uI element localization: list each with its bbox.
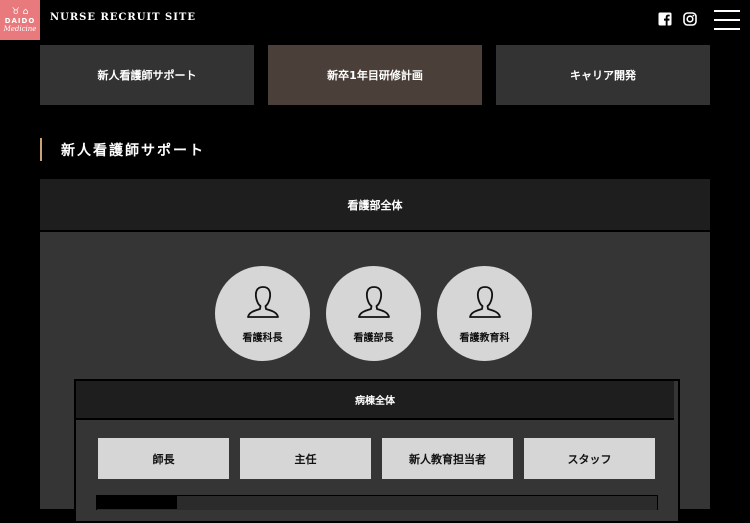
role-nursing-education: 看護教育科 — [437, 266, 532, 361]
person-icon — [357, 286, 390, 318]
divider — [76, 418, 674, 420]
logo[interactable]: ♉ ⌂ DAIDO Medicine — [0, 0, 40, 40]
role-label: 看護教育科 — [459, 333, 510, 344]
ward-title: 病棟全体 — [76, 381, 674, 418]
role-label: 看護部長 — [353, 333, 394, 344]
staff-members: スタッフ — [524, 438, 655, 479]
instagram-icon[interactable] — [683, 12, 697, 26]
role-label: 看護科長 — [242, 333, 283, 344]
facebook-icon[interactable] — [658, 12, 672, 26]
tab-new-nurse-support[interactable]: 新人看護師サポート — [40, 45, 254, 105]
section-title: 新人看護師サポート — [40, 138, 205, 161]
logo-mark: ♉ ⌂ — [11, 6, 29, 17]
tab-career-development[interactable]: キャリア開発 — [496, 45, 710, 105]
person-icon — [246, 286, 279, 318]
hamburger-menu-icon[interactable] — [714, 10, 740, 30]
staff-new-nurse-educator: 新人教育担当者 — [382, 438, 513, 479]
staff-chief: 主任 — [240, 438, 371, 479]
sub-panel-header — [97, 496, 177, 509]
site-title[interactable]: NURSE RECRUIT SITE — [50, 12, 196, 23]
org-panel-title: 看護部全体 — [40, 179, 710, 230]
role-nursing-director: 看護部長 — [326, 266, 421, 361]
tab-first-year-training[interactable]: 新卒1年目研修計画 — [268, 45, 482, 105]
logo-text: DAIDO — [4, 16, 36, 25]
logo-subtext: Medicine — [3, 24, 37, 33]
person-icon — [468, 286, 501, 318]
sub-panel — [96, 495, 658, 510]
role-nursing-chief: 看護科長 — [215, 266, 310, 361]
staff-head-nurse: 師長 — [98, 438, 229, 479]
